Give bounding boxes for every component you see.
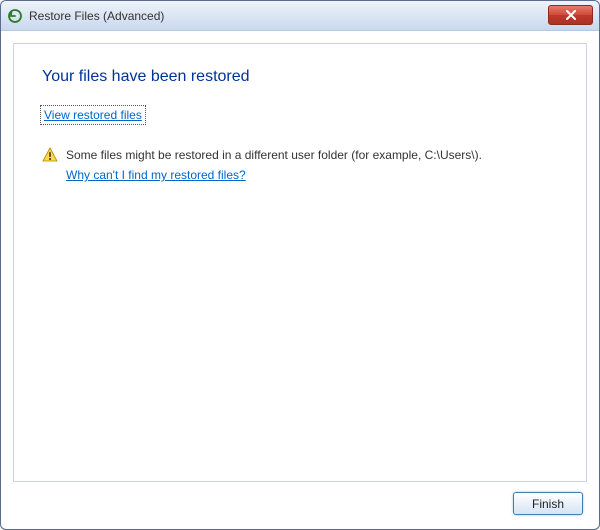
window-title: Restore Files (Advanced) (29, 9, 548, 23)
warning-help-link[interactable]: Why can't I find my restored files? (66, 166, 246, 184)
app-icon (7, 8, 23, 24)
warning-icon (42, 147, 58, 163)
dialog-window: Restore Files (Advanced) Your files have… (0, 0, 600, 530)
page-heading: Your files have been restored (42, 68, 558, 86)
view-restored-files-link[interactable]: View restored files (42, 107, 144, 123)
content-panel: Your files have been restored View resto… (13, 43, 587, 482)
close-button[interactable] (548, 5, 593, 25)
warning-text-block: Some files might be restored in a differ… (66, 146, 482, 184)
button-bar: Finish (13, 482, 587, 517)
warning-message: Some files might be restored in a differ… (42, 146, 558, 184)
finish-button[interactable]: Finish (513, 492, 583, 515)
titlebar[interactable]: Restore Files (Advanced) (1, 1, 599, 31)
warning-text: Some files might be restored in a differ… (66, 148, 482, 162)
close-icon (565, 10, 577, 20)
content-wrap: Your files have been restored View resto… (1, 31, 599, 529)
